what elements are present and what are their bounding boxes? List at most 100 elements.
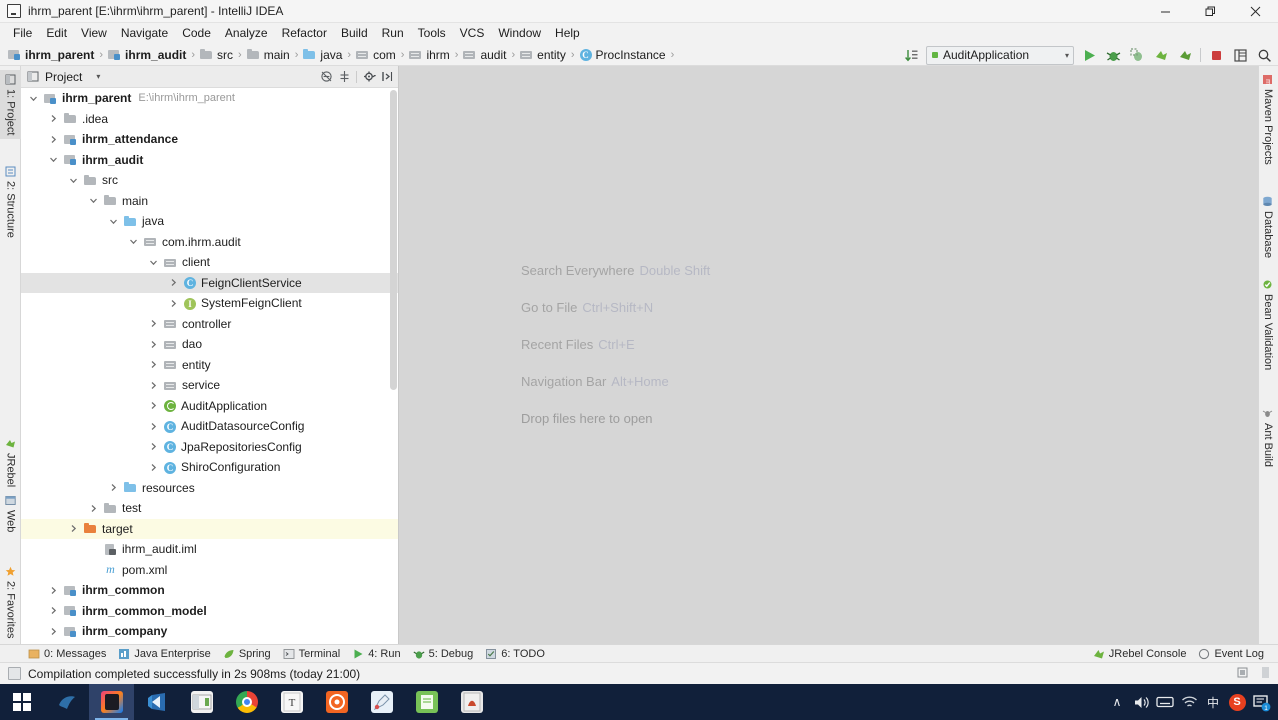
left-tab-1-project[interactable]: 1: Project <box>0 70 21 140</box>
debug-button[interactable] <box>1101 45 1125 66</box>
tree-row[interactable]: C ShiroConfiguration <box>21 457 398 478</box>
memory-indicator-icon[interactable] <box>1261 666 1270 682</box>
breadcrumb-item-entity[interactable]: entity <box>518 47 568 63</box>
tree-row[interactable]: main <box>21 191 398 212</box>
notifications-icon[interactable]: 1 <box>1249 684 1274 720</box>
tree-row[interactable]: ihrm_company <box>21 621 398 642</box>
jrebel-debug-button[interactable] <box>1173 45 1197 66</box>
menu-item-edit[interactable]: Edit <box>39 24 74 43</box>
menu-item-build[interactable]: Build <box>334 24 375 43</box>
chevron-right-icon[interactable] <box>147 379 160 392</box>
tree-row[interactable]: target <box>21 518 398 539</box>
bottom-tab-terminal[interactable]: Terminal <box>279 647 349 661</box>
tree-row[interactable]: ihrm_common_model <box>21 601 398 622</box>
bottom-tab-5-debug[interactable]: 5: Debug <box>409 647 482 661</box>
tree-row[interactable]: java <box>21 211 398 232</box>
left-tab-2-favorites[interactable]: 2: Favorites <box>0 562 21 642</box>
bottom-tab-spring[interactable]: Spring <box>219 647 279 661</box>
bottom-tab-event-log[interactable]: Event Log <box>1194 647 1272 661</box>
menu-item-file[interactable]: File <box>6 24 39 43</box>
taskbar-jmeter-icon[interactable] <box>449 684 494 720</box>
breadcrumb-item-java[interactable]: java <box>301 47 344 63</box>
scrollbar-thumb[interactable] <box>390 90 397 390</box>
right-tab-bean-validation[interactable]: Bean Validation <box>1258 275 1278 374</box>
tree-row[interactable]: ihrm_audit <box>21 150 398 171</box>
bottom-tab-java-enterprise[interactable]: Java Enterprise <box>114 647 218 661</box>
gear-icon[interactable] <box>360 68 378 86</box>
chevron-right-icon[interactable] <box>147 338 160 351</box>
menu-item-navigate[interactable]: Navigate <box>114 24 175 43</box>
project-tree-scrollbar[interactable] <box>389 88 398 646</box>
hide-panel-button[interactable] <box>378 68 396 86</box>
tree-row[interactable]: C JpaRepositoriesConfig <box>21 437 398 458</box>
chevron-down-icon[interactable] <box>127 235 140 248</box>
taskbar-xmind-icon[interactable] <box>314 684 359 720</box>
chevron-right-icon[interactable] <box>47 133 60 146</box>
sogou-input-icon[interactable]: S <box>1225 684 1249 720</box>
run-with-coverage-button[interactable] <box>1125 45 1149 66</box>
taskbar-visual-studio-icon[interactable] <box>134 684 179 720</box>
breadcrumb-item-ihrm[interactable]: ihrm <box>407 47 451 63</box>
chevron-right-icon[interactable] <box>147 440 160 453</box>
chevron-right-icon[interactable] <box>147 461 160 474</box>
bottom-tab-6-todo[interactable]: 6: TODO <box>481 647 553 661</box>
left-tab-jrebel[interactable]: JRebel <box>0 434 21 491</box>
taskbar-notepad-icon[interactable] <box>404 684 449 720</box>
menu-item-vcs[interactable]: VCS <box>453 24 492 43</box>
chevron-right-icon[interactable] <box>47 112 60 125</box>
taskbar-file-explorer-icon[interactable] <box>179 684 224 720</box>
search-icon[interactable] <box>1252 45 1276 66</box>
taskbar-intellij-idea-icon[interactable] <box>89 684 134 720</box>
chevron-down-icon[interactable] <box>147 256 160 269</box>
window-layout-button[interactable] <box>1228 45 1252 66</box>
menu-item-code[interactable]: Code <box>175 24 218 43</box>
start-button[interactable] <box>0 684 44 720</box>
chevron-right-icon[interactable] <box>47 604 60 617</box>
chevron-right-icon[interactable] <box>147 358 160 371</box>
background-tasks-icon[interactable] <box>1236 666 1249 682</box>
taskbar-paint-icon[interactable] <box>359 684 404 720</box>
tree-row[interactable]: ihrm_common <box>21 580 398 601</box>
chevron-down-icon[interactable] <box>107 215 120 228</box>
right-tab-database[interactable]: Database <box>1258 192 1278 262</box>
taskbar-typora-icon[interactable]: T <box>269 684 314 720</box>
breadcrumb-item-src[interactable]: src <box>198 47 235 63</box>
collapse-all-button[interactable] <box>317 68 335 86</box>
ime-chinese-icon[interactable]: 中 <box>1201 684 1225 720</box>
volume-icon[interactable] <box>1129 684 1153 720</box>
tree-row[interactable]: service <box>21 375 398 396</box>
tree-row[interactable]: I SystemFeignClient <box>21 293 398 314</box>
menu-item-refactor[interactable]: Refactor <box>275 24 334 43</box>
tree-row[interactable]: dao <box>21 334 398 355</box>
chevron-right-icon[interactable] <box>47 625 60 638</box>
scroll-from-source-button[interactable] <box>335 68 353 86</box>
minimize-button[interactable] <box>1143 0 1188 23</box>
chevron-right-icon[interactable] <box>147 420 160 433</box>
tree-row[interactable]: C AuditDatasourceConfig <box>21 416 398 437</box>
tree-row[interactable]: AuditApplication <box>21 396 398 417</box>
show-hidden-icons-chevron[interactable]: ∧ <box>1105 684 1129 720</box>
right-tab-maven-projects[interactable]: m Maven Projects <box>1258 70 1278 169</box>
breadcrumb-item-audit[interactable]: audit <box>461 47 508 63</box>
tree-row[interactable]: ihrm_parent E:\ihrm\ihrm_parent <box>21 88 398 109</box>
breadcrumb-item-ihrm-audit[interactable]: ihrm_audit <box>106 47 188 63</box>
project-tree[interactable]: ihrm_parent E:\ihrm\ihrm_parent .idea ihrm_… <box>21 88 398 646</box>
menu-item-help[interactable]: Help <box>548 24 587 43</box>
taskbar-google-chrome-icon[interactable] <box>224 684 269 720</box>
tree-row[interactable]: C FeignClientService <box>21 272 398 293</box>
chevron-down-icon[interactable] <box>67 174 80 187</box>
tree-row[interactable]: .idea <box>21 109 398 130</box>
tree-row[interactable]: resources <box>21 478 398 499</box>
run-configuration-selector[interactable]: AuditApplication ▾ <box>926 45 1074 65</box>
run-button[interactable] <box>1077 45 1101 66</box>
tree-row[interactable]: client <box>21 252 398 273</box>
bottom-tab-0-messages[interactable]: 0: Messages <box>24 647 114 661</box>
network-wifi-icon[interactable] <box>1177 684 1201 720</box>
chevron-right-icon[interactable] <box>167 297 180 310</box>
breadcrumb-item-ihrm-parent[interactable]: ihrm_parent <box>6 47 96 63</box>
tree-row[interactable]: controller <box>21 314 398 335</box>
chevron-right-icon[interactable] <box>147 399 160 412</box>
menu-item-window[interactable]: Window <box>491 24 548 43</box>
chevron-right-icon[interactable] <box>147 317 160 330</box>
right-tab-ant-build[interactable]: Ant Build <box>1258 404 1278 471</box>
